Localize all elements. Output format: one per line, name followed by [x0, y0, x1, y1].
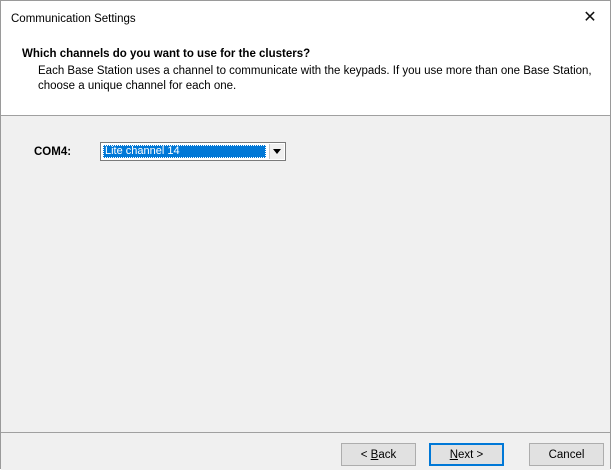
- dropdown-arrow-button[interactable]: [269, 144, 284, 159]
- window-title: Communication Settings: [11, 13, 136, 25]
- channel-dropdown[interactable]: Lite channel 14: [100, 142, 286, 161]
- wizard-header: Which channels do you want to use for th…: [1, 33, 610, 116]
- header-description: Each Base Station uses a channel to comm…: [38, 65, 592, 92]
- next-button[interactable]: Next >: [429, 443, 504, 466]
- header-title: Which channels do you want to use for th…: [22, 48, 311, 60]
- back-button-prefix: <: [360, 448, 371, 461]
- back-button[interactable]: < Back: [341, 443, 416, 466]
- channel-selected-value: Lite channel 14: [103, 145, 266, 158]
- next-button-rest: ext >: [458, 448, 484, 461]
- cancel-button[interactable]: Cancel: [529, 443, 604, 466]
- cancel-button-label: Cancel: [548, 448, 585, 461]
- close-button[interactable]: ✕: [570, 1, 610, 33]
- close-icon: ✕: [583, 9, 597, 26]
- back-button-rest: ack: [378, 448, 397, 461]
- wizard-body: COM4: Lite channel 14: [1, 116, 610, 433]
- button-bar: < Back Next > Cancel: [1, 433, 610, 470]
- chevron-down-icon: [273, 149, 281, 154]
- communication-settings-dialog: Communication Settings ✕ Which channels …: [0, 0, 611, 470]
- com-port-label: COM4:: [34, 146, 72, 158]
- title-bar: Communication Settings ✕: [1, 1, 610, 33]
- next-button-mnemonic: N: [449, 448, 459, 461]
- back-button-mnemonic: B: [370, 448, 379, 461]
